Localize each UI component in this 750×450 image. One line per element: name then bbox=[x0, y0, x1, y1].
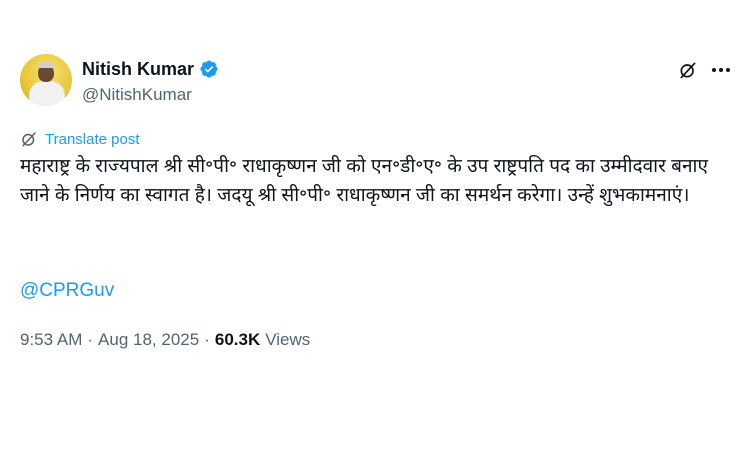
post-time[interactable]: 9:53 AM bbox=[20, 330, 82, 350]
views-count[interactable]: 60.3K bbox=[215, 330, 260, 350]
post-date[interactable]: Aug 18, 2025 bbox=[98, 330, 199, 350]
top-actions bbox=[678, 60, 732, 80]
mention-link[interactable]: @CPRGuv bbox=[20, 280, 114, 302]
tweet-card: Nitish Kumar @NitishKumar Translate post… bbox=[0, 0, 750, 450]
meta-separator: · bbox=[204, 330, 210, 349]
views-label[interactable]: Views bbox=[265, 330, 310, 350]
grok-icon[interactable] bbox=[678, 60, 698, 80]
verified-badge-icon[interactable] bbox=[199, 59, 219, 79]
avatar-hair bbox=[38, 62, 54, 68]
post-text: महाराष्ट्र के राज्यपाल श्री सी॰पी॰ राधाक… bbox=[20, 156, 708, 206]
avatar[interactable] bbox=[20, 54, 72, 106]
author-names: Nitish Kumar @NitishKumar bbox=[82, 57, 219, 105]
avatar-shirt bbox=[29, 81, 65, 106]
translate-icon bbox=[20, 130, 38, 148]
meta-separator: · bbox=[87, 330, 94, 349]
name-row: Nitish Kumar bbox=[82, 57, 219, 81]
translate-post-link[interactable]: Translate post bbox=[20, 130, 140, 148]
tweet-header: Nitish Kumar @NitishKumar bbox=[20, 54, 219, 106]
more-options-icon[interactable] bbox=[710, 60, 732, 80]
post-meta: 9:53 AM · Aug 18, 2025 · 60.3K Views bbox=[20, 330, 310, 350]
author-handle[interactable]: @NitishKumar bbox=[82, 85, 219, 105]
author-display-name[interactable]: Nitish Kumar bbox=[82, 59, 194, 80]
translate-post-label: Translate post bbox=[45, 130, 140, 148]
